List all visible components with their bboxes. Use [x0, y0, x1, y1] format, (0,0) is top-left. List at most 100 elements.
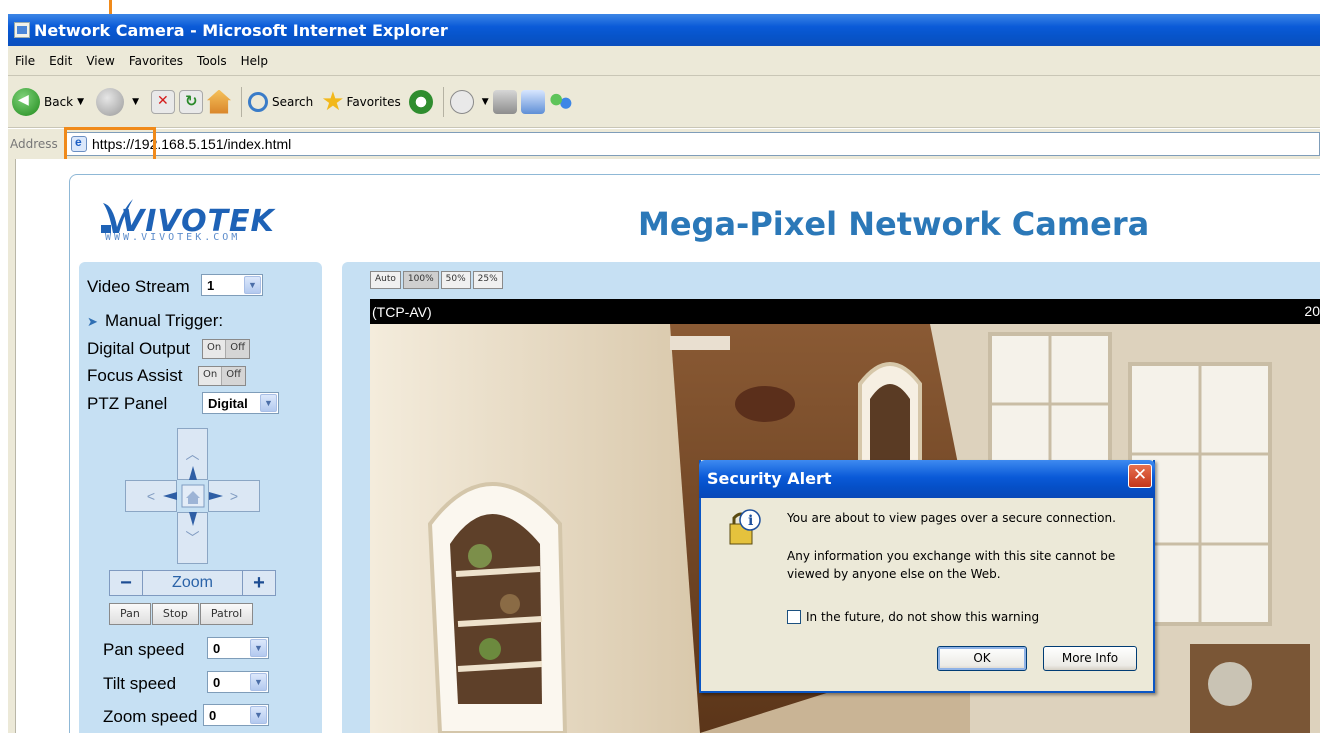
- zoom-speed-label: Zoom speed: [103, 707, 198, 726]
- edit-icon[interactable]: [520, 89, 545, 114]
- pan-button[interactable]: Pan: [109, 603, 151, 625]
- manual-trigger-label[interactable]: Manual Trigger:: [105, 311, 223, 331]
- forward-button[interactable]: ▼: [96, 87, 143, 116]
- video-caption-bar: (TCP-AV) 20: [370, 299, 1320, 324]
- tilt-speed-value: 0: [213, 674, 221, 690]
- expand-arrow-icon[interactable]: ➤: [87, 314, 98, 330]
- chevron-down-icon: ▼: [250, 706, 267, 724]
- dont-show-label[interactable]: In the future, do not show this warning: [806, 610, 1039, 624]
- zoom-speed-value: 0: [209, 707, 217, 723]
- patrol-button[interactable]: Patrol: [199, 603, 254, 625]
- stop-button[interactable]: Stop: [151, 603, 199, 625]
- forward-arrow-icon: [96, 87, 125, 116]
- tilt-speed-select[interactable]: 0 ▼: [207, 671, 269, 693]
- size-25-button[interactable]: 25%: [472, 271, 503, 289]
- standard-toolbar: Back ▼ ▼ Search ★ Favorites ▼: [8, 76, 1320, 128]
- address-label: Address: [10, 137, 58, 151]
- zoom-label: Zoom: [142, 571, 243, 595]
- zoom-out-button[interactable]: −: [110, 572, 142, 595]
- size-50-button[interactable]: 50%: [440, 271, 471, 289]
- ie-window-icon: [14, 22, 30, 38]
- tilt-speed-label: Tilt speed: [103, 674, 177, 693]
- ptz-button-row: Pan Stop Patrol: [109, 603, 254, 625]
- chevron-down-icon: ▼: [250, 639, 267, 657]
- size-auto-button[interactable]: Auto: [370, 271, 401, 289]
- ptz-panel-value: Digital: [208, 395, 248, 411]
- forward-dropdown-icon[interactable]: ▼: [132, 97, 139, 107]
- dialog-message-2: Any information you exchange with this s…: [787, 549, 1116, 563]
- svg-text:i: i: [748, 513, 753, 529]
- search-label: Search: [271, 94, 314, 109]
- toolbar-separator: [240, 86, 242, 117]
- address-input[interactable]: https://192.168.5.151/index.html: [66, 132, 1320, 156]
- digital-output-off[interactable]: Off: [226, 340, 249, 358]
- print-icon[interactable]: [492, 89, 517, 114]
- logo-url: WWW.VIVOTEK.COM: [105, 232, 241, 243]
- home-icon[interactable]: [206, 89, 231, 114]
- menu-help[interactable]: Help: [234, 54, 275, 68]
- stop-icon[interactable]: [150, 89, 175, 114]
- chevron-down-icon: ▼: [260, 394, 277, 412]
- address-bar: Address https://192.168.5.151/index.html: [8, 129, 1320, 159]
- dont-show-checkbox[interactable]: [787, 610, 801, 624]
- messenger-icon[interactable]: [548, 89, 573, 114]
- video-stream-select[interactable]: 1 ▼: [201, 274, 263, 296]
- viewport-left-edge: [8, 159, 16, 733]
- search-icon: [247, 91, 268, 112]
- zoom-in-button[interactable]: +: [243, 572, 275, 595]
- refresh-icon[interactable]: [178, 89, 203, 114]
- back-label: Back: [44, 94, 74, 109]
- more-info-button[interactable]: More Info: [1043, 646, 1137, 671]
- vivotek-logo: VIVOTEK WWW.VIVOTEK.COM: [101, 197, 291, 249]
- size-100-button[interactable]: 100%: [402, 271, 439, 289]
- digital-output-label: Digital Output: [87, 339, 190, 358]
- zoom-speed-select[interactable]: 0 ▼: [203, 704, 269, 726]
- focus-assist-toggle[interactable]: On Off: [198, 366, 246, 386]
- favorites-label: Favorites: [346, 94, 401, 109]
- ok-button[interactable]: OK: [937, 646, 1027, 671]
- dialog-title: Security Alert: [707, 469, 832, 488]
- toolbar-separator: [442, 86, 444, 117]
- menu-edit[interactable]: Edit: [42, 54, 79, 68]
- search-button[interactable]: Search: [247, 91, 314, 112]
- zoom-control: − Zoom +: [109, 570, 276, 596]
- chevron-down-icon: ▼: [250, 673, 267, 691]
- ptz-panel-label: PTZ Panel: [87, 394, 168, 413]
- menu-tools[interactable]: Tools: [190, 54, 234, 68]
- video-stream-label: Video Stream: [87, 277, 190, 296]
- focus-assist-on[interactable]: On: [199, 367, 223, 385]
- favorites-star-icon: ★: [321, 86, 345, 117]
- history-icon[interactable]: [408, 89, 433, 114]
- focus-assist-off[interactable]: Off: [222, 367, 245, 385]
- menu-favorites[interactable]: Favorites: [122, 54, 190, 68]
- mail-icon[interactable]: [449, 89, 474, 114]
- back-arrow-icon: [12, 87, 40, 116]
- stream-protocol: (TCP-AV): [372, 303, 432, 320]
- focus-assist-label: Focus Assist: [87, 366, 183, 385]
- menu-view[interactable]: View: [79, 54, 121, 68]
- favorites-button[interactable]: ★ Favorites: [321, 89, 401, 115]
- ptz-panel-select[interactable]: Digital ▼: [202, 392, 279, 414]
- menu-file[interactable]: File: [8, 54, 42, 68]
- dialog-message-3: viewed by anyone else on the Web.: [787, 567, 1001, 581]
- window-titlebar: Network Camera - Microsoft Internet Expl…: [8, 14, 1320, 46]
- window-title: Network Camera - Microsoft Internet Expl…: [34, 20, 448, 40]
- digital-output-on[interactable]: On: [203, 340, 227, 358]
- lock-info-icon: i: [729, 509, 761, 545]
- digital-output-toggle[interactable]: On Off: [202, 339, 250, 359]
- back-button[interactable]: Back ▼: [12, 87, 88, 116]
- video-timestamp: 20: [1304, 303, 1320, 319]
- menu-bar: File Edit View Favorites Tools Help: [8, 46, 1320, 76]
- video-stream-value: 1: [207, 277, 215, 293]
- security-alert-dialog: Security Alert ✕ i You are about to view…: [699, 460, 1155, 693]
- back-dropdown-icon[interactable]: ▼: [77, 97, 84, 107]
- chevron-down-icon: ▼: [244, 276, 261, 294]
- pan-speed-select[interactable]: 0 ▼: [207, 637, 269, 659]
- close-icon[interactable]: ✕: [1128, 464, 1152, 488]
- mail-dropdown-icon[interactable]: ▼: [482, 97, 489, 107]
- ptz-center-arrows: [163, 466, 223, 526]
- view-size-bar: Auto 100% 50% 25%: [370, 271, 505, 289]
- pan-speed-value: 0: [213, 640, 221, 656]
- pan-speed-label: Pan speed: [103, 640, 185, 659]
- dialog-message-1: You are about to view pages over a secur…: [787, 511, 1116, 525]
